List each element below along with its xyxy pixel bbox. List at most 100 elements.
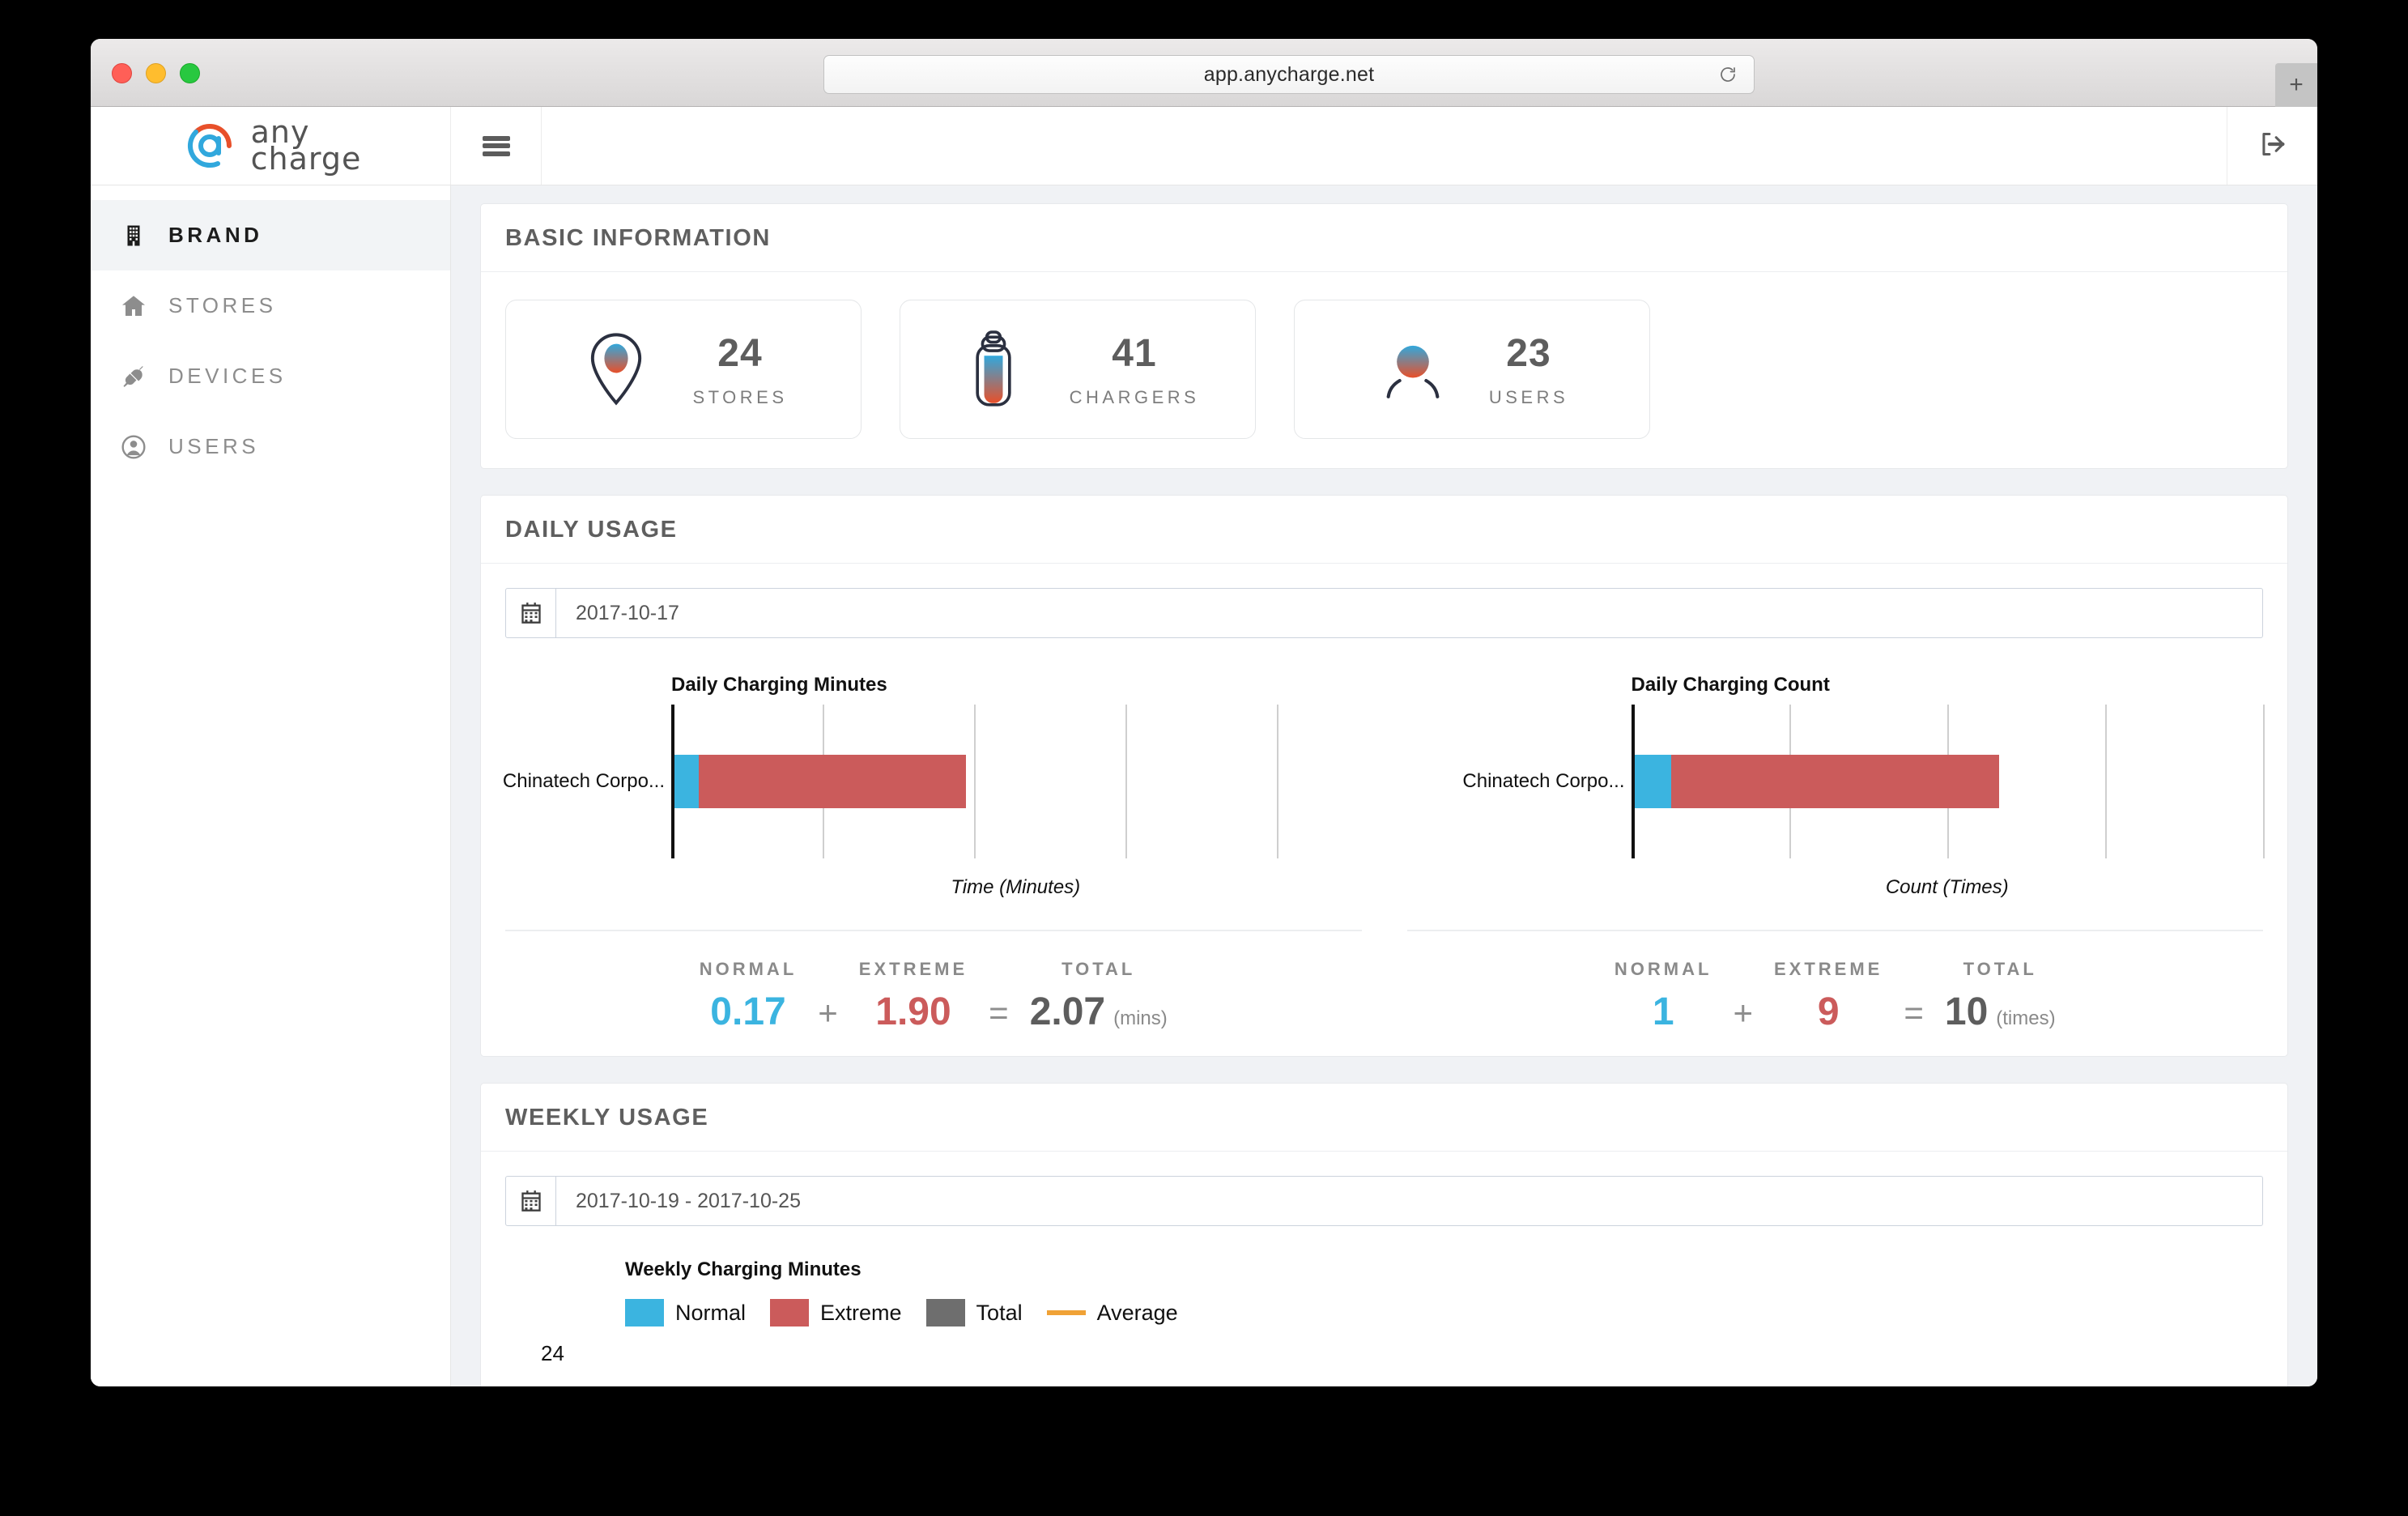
anycharge-logo-icon	[180, 116, 240, 176]
weekly-axis-tick: 24	[541, 1341, 564, 1365]
url-text: app.anycharge.net	[1203, 62, 1375, 86]
stat-card-chargers[interactable]: 41 CHARGERS	[900, 300, 1256, 439]
new-tab-label: +	[2289, 71, 2304, 98]
stat-label: CHARGERS	[1069, 386, 1200, 407]
calendar-icon	[506, 589, 556, 637]
chart-stacked-bar[interactable]	[674, 755, 966, 808]
daily-charging-minutes-chart: Daily Charging Minutes Chinatech Corpo..…	[503, 674, 1385, 899]
logout-icon	[2258, 130, 2287, 163]
summary-unit: (mins)	[1113, 1007, 1168, 1029]
legend-item-total[interactable]: Total	[925, 1299, 1023, 1326]
legend-item-normal[interactable]: Normal	[625, 1299, 746, 1326]
weekly-usage-title: WEEKLY USAGE	[505, 1105, 709, 1131]
summary-value-normal: 1	[1652, 990, 1674, 1033]
daily-date-value: 2017-10-17	[576, 601, 679, 624]
summary-header-normal: NORMAL	[699, 959, 798, 979]
logout-button[interactable]	[2227, 107, 2317, 185]
stat-cards-row: 24 STORES 41 CHARGERS 23 USERS	[481, 272, 2287, 468]
summary-unit: (times)	[1996, 1007, 2056, 1029]
browser-titlebar: app.anycharge.net +	[91, 39, 2317, 107]
chart-title: Daily Charging Minutes	[671, 674, 887, 696]
sidebar-item-brand[interactable]: BRAND	[91, 200, 450, 270]
calendar-icon	[506, 1177, 556, 1225]
stat-card-text: 24 STORES	[692, 331, 787, 408]
address-bar[interactable]: app.anycharge.net	[823, 55, 1755, 94]
user-icon	[1376, 332, 1450, 407]
chart-gridline	[1277, 705, 1279, 858]
chart-title: Daily Charging Count	[1631, 674, 1830, 696]
chart-x-axis-label: Count (Times)	[1885, 876, 2009, 898]
user-circle-icon	[120, 433, 147, 461]
sidebar-item-label: STORES	[168, 293, 277, 317]
window-maximize-button[interactable]	[180, 63, 200, 83]
stat-card-text: 23 USERS	[1489, 331, 1568, 408]
legend-label: Total	[976, 1300, 1023, 1325]
daily-usage-title: DAILY USAGE	[505, 517, 678, 543]
sidebar-item-label: BRAND	[168, 223, 263, 247]
weekly-usage-panel: WEEKLY USAGE 2017-10-19 - 2017-10-25 Wee…	[480, 1083, 2288, 1386]
chart-plot-area: Chinatech Corpo...	[503, 705, 1360, 858]
operator-plus: +	[818, 994, 838, 1032]
legend-swatch-extreme	[770, 1299, 810, 1326]
stat-value: 24	[717, 331, 763, 375]
new-tab-button[interactable]: +	[2275, 63, 2317, 107]
bar-segment-normal	[1634, 755, 1671, 808]
reload-icon[interactable]	[1718, 65, 1738, 84]
header-spacer	[542, 107, 2227, 185]
daily-usage-header: DAILY USAGE	[481, 496, 2287, 564]
legend-label: Normal	[675, 1300, 747, 1325]
legend-item-average[interactable]: Average	[1046, 1300, 1178, 1326]
stat-card-users[interactable]: 23 USERS	[1294, 300, 1650, 439]
weekly-usage-body: 2017-10-19 - 2017-10-25 Weekly Charging …	[481, 1152, 2287, 1386]
operator-plus: +	[1733, 994, 1753, 1032]
count-normal: NORMAL 1	[1615, 959, 1712, 1032]
summary-value-extreme: 9	[1817, 990, 1840, 1033]
legend-line-average	[1046, 1310, 1086, 1315]
legend-label: Extreme	[820, 1300, 902, 1325]
anycharge-wordmark: any charge	[250, 117, 362, 177]
summary-value-extreme: 1.90	[875, 990, 951, 1033]
bar-segment-normal	[674, 755, 699, 808]
chart-gridline	[2263, 705, 2265, 858]
legend-label: Average	[1096, 1300, 1178, 1325]
sidebar: BRAND STORES DEVICES USERS	[91, 185, 451, 1386]
legend-swatch-normal	[625, 1299, 664, 1326]
window-minimize-button[interactable]	[146, 63, 166, 83]
stat-label: USERS	[1488, 386, 1569, 407]
sidebar-item-stores[interactable]: STORES	[91, 270, 450, 341]
summary-header-extreme: EXTREME	[1773, 959, 1883, 979]
window-close-button[interactable]	[112, 63, 132, 83]
daily-charging-count-chart: Daily Charging Count Chinatech Corpo...	[1385, 674, 2265, 899]
summary-header-total: TOTAL	[1061, 959, 1136, 979]
logo-line-2: charge	[250, 141, 362, 177]
summary-value-normal: 0.17	[710, 990, 786, 1033]
daily-date-picker[interactable]: 2017-10-17	[505, 588, 2263, 638]
page-title: BASIC INFORMATION	[505, 225, 771, 251]
chart-stacked-bar[interactable]	[1634, 755, 1999, 808]
minutes-normal: NORMAL 0.17	[700, 959, 798, 1032]
bar-segment-extreme	[1670, 755, 1999, 808]
chart-category-label: Chinatech Corpo...	[1462, 770, 1625, 792]
battery-icon	[956, 330, 1031, 407]
weekly-date-picker[interactable]: 2017-10-19 - 2017-10-25	[505, 1176, 2263, 1226]
minutes-extreme: EXTREME 1.90	[859, 959, 968, 1032]
hamburger-bar	[482, 151, 510, 156]
count-summary: NORMAL 1 + EXTREME 9 = TOTAL 10 (times)	[1406, 930, 2263, 1033]
chart-legend: Normal Extreme Total Average	[625, 1299, 2263, 1326]
building-icon	[120, 222, 147, 249]
browser-window: app.anycharge.net + any charge BRAND STO…	[91, 39, 2317, 1386]
stat-card-stores[interactable]: 24 STORES	[505, 300, 862, 439]
weekly-charging-minutes-chart: Weekly Charging Minutes Normal Extreme T…	[505, 1258, 2263, 1366]
hamburger-bar	[482, 143, 510, 148]
stat-value: 23	[1506, 331, 1551, 375]
summary-value-total: 2.07	[1029, 990, 1106, 1033]
sidebar-item-users[interactable]: USERS	[91, 411, 450, 482]
chart-gridline	[2104, 705, 2107, 858]
logo-area[interactable]: any charge	[91, 107, 451, 185]
hamburger-bar	[482, 135, 510, 141]
hamburger-menu-icon[interactable]	[451, 107, 542, 185]
sidebar-item-devices[interactable]: DEVICES	[91, 341, 450, 411]
daily-usage-body: 2017-10-17 Daily Charging Minutes Chinat…	[481, 564, 2287, 1056]
legend-item-extreme[interactable]: Extreme	[770, 1299, 902, 1326]
summary-header-normal: NORMAL	[1614, 959, 1712, 979]
